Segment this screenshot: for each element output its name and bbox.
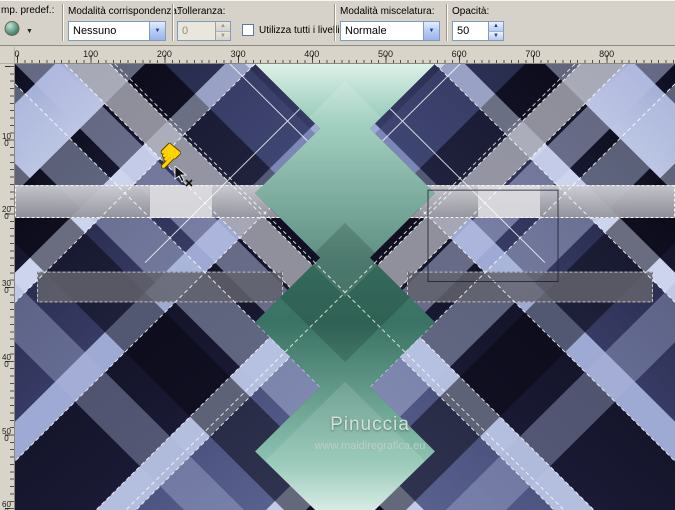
h-ruler-label: 500 <box>377 49 394 59</box>
h-ruler-label: 100 <box>83 49 99 59</box>
h-ruler-label: 0 <box>14 49 20 59</box>
tolerance-input: 0 ▲ ▼ <box>177 21 231 41</box>
v-ruler-label: 600 <box>2 500 11 510</box>
opacity-label: Opacità: <box>452 6 490 17</box>
app-window: mp. predef.: ▼ Modalità corrispondenza: … <box>0 0 675 510</box>
chevron-down-icon[interactable]: ▼ <box>149 22 165 40</box>
spin-up-icon[interactable]: ▲ <box>488 22 503 31</box>
tool-options-toolbar: mp. predef.: ▼ Modalità corrispondenza: … <box>0 0 675 46</box>
v-ruler-label: 400 <box>2 352 11 369</box>
opacity-spinner[interactable]: ▲ ▼ <box>488 22 503 40</box>
toolbar-divider <box>172 4 174 41</box>
toolbar-divider <box>62 4 64 41</box>
match-mode-label: Modalità corrispondenza: <box>68 6 180 17</box>
chevron-down-icon: ▼ <box>26 27 33 35</box>
match-mode-value: Nessuno <box>73 25 117 37</box>
use-all-layers-checkbox[interactable] <box>242 24 254 36</box>
toolbar-divider <box>334 4 336 41</box>
watermark-url: www.maidiregrafica.eu <box>314 440 426 452</box>
h-ruler-label: 400 <box>304 49 320 59</box>
preset-icon <box>4 20 22 42</box>
h-ruler-label: 700 <box>525 49 541 59</box>
ruler-corner <box>0 47 15 64</box>
h-ruler[interactable]: 0 100 200 300 400 500 600 700 800 <box>14 47 675 64</box>
opacity-value: 50 <box>457 25 470 37</box>
h-ruler-label: 300 <box>230 49 246 59</box>
v-ruler-label: 200 <box>2 205 11 222</box>
crosshair-cursor-icon <box>174 166 193 187</box>
v-ruler[interactable]: 100 200 300 400 500 600 <box>0 64 15 510</box>
h-ruler-label: 200 <box>156 49 172 59</box>
preset-label: mp. predef.: <box>1 5 55 16</box>
h-ruler-label: 800 <box>599 49 615 59</box>
spin-down-icon: ▼ <box>215 30 230 40</box>
blend-mode-label: Modalità miscelatura: <box>340 6 435 17</box>
chevron-down-icon[interactable]: ▼ <box>423 22 439 40</box>
tolerance-label: Tolleranza: <box>177 6 226 17</box>
opacity-input[interactable]: 50 ▲ ▼ <box>452 21 504 41</box>
use-all-layers-label: Utilizza tutti i livelli <box>259 25 340 36</box>
preset-dropdown[interactable]: ▼ <box>2 19 44 43</box>
h-ruler-label: 600 <box>451 49 467 59</box>
tolerance-spinner: ▲ ▼ <box>215 22 230 40</box>
match-mode-select[interactable]: Nessuno ▼ <box>68 21 166 41</box>
v-ruler-label: 500 <box>2 426 11 443</box>
tolerance-value: 0 <box>182 25 189 37</box>
watermark-title: Pinuccia <box>330 414 410 435</box>
toolbar-divider <box>446 4 448 41</box>
blend-mode-select[interactable]: Normale ▼ <box>340 21 440 41</box>
image-canvas[interactable]: Pinuccia www.maidiregrafica.eu <box>15 64 675 510</box>
v-ruler-label: 300 <box>2 279 11 296</box>
spin-up-icon: ▲ <box>215 22 230 31</box>
v-ruler-label: 100 <box>2 131 11 148</box>
blend-mode-value: Normale <box>345 25 387 37</box>
spin-down-icon[interactable]: ▼ <box>488 30 503 40</box>
